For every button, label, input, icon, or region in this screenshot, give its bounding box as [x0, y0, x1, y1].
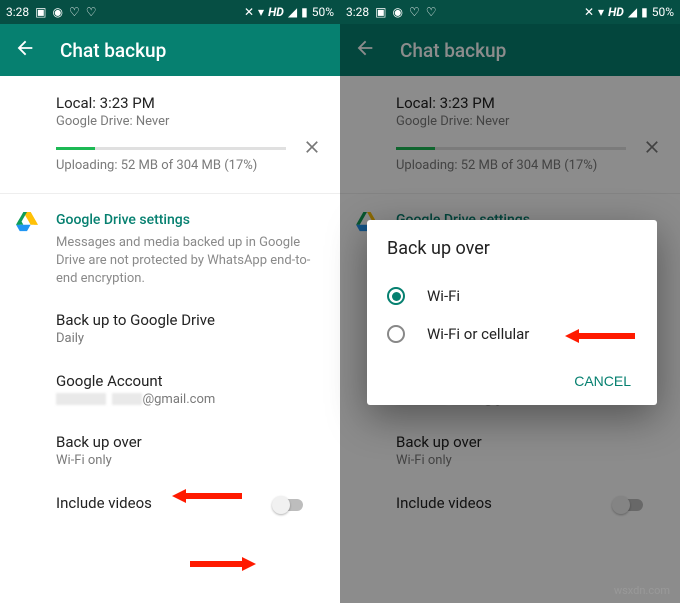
cancel-upload-icon[interactable]	[302, 137, 322, 161]
annotation-arrow	[190, 555, 256, 573]
battery-pct: 50%	[312, 5, 334, 19]
heart-icon: ♡	[69, 5, 80, 19]
google-drive-icon	[16, 212, 38, 236]
notif-icon: ▣	[375, 5, 386, 19]
signal-icon: ◢	[288, 5, 297, 19]
upload-status: Uploading: 52 MB of 304 MB (17%)	[56, 158, 322, 173]
vibrate-icon: ✕	[584, 5, 594, 19]
messenger-icon: ◉	[392, 5, 402, 19]
wifi-icon: ▾	[598, 5, 604, 19]
notif-icon: ▣	[35, 5, 46, 19]
battery-icon: ▮	[641, 5, 648, 19]
clock: 3:28	[6, 5, 29, 19]
back-icon[interactable]	[354, 37, 376, 63]
radio-icon[interactable]	[387, 325, 405, 343]
heart-icon: ♡	[409, 5, 420, 19]
battery-icon: ▮	[301, 5, 308, 19]
option-wifi-or-cellular[interactable]: Wi-Fi or cellular	[387, 315, 637, 353]
gdrive-settings-info: Messages and media backed up in Google D…	[56, 234, 322, 289]
local-backup-time: Local: 3:23 PM	[56, 94, 322, 112]
account-email: @gmail.com	[56, 392, 322, 407]
appbar: Chat backup	[340, 24, 680, 76]
include-videos-row[interactable]: Include videos	[56, 494, 322, 512]
hd-label: HD	[608, 5, 624, 19]
page-title: Chat backup	[60, 39, 166, 62]
dialog-title: Back up over	[387, 238, 637, 259]
backup-to-gdrive-row[interactable]: Back up to Google Drive Daily	[56, 311, 322, 346]
option-wifi[interactable]: Wi-Fi	[387, 277, 637, 315]
statusbar: 3:28 ▣ ◉ ♡ ♡ ✕ ▾ HD ◢ ▮ 50%	[0, 0, 340, 24]
appbar: Chat backup	[0, 24, 340, 76]
google-account-row[interactable]: Google Account @gmail.com	[56, 372, 322, 407]
cancel-button[interactable]: CANCEL	[568, 365, 637, 397]
wifi-icon: ▾	[258, 5, 264, 19]
back-up-over-row[interactable]: Back up over Wi-Fi only	[56, 433, 322, 468]
gdrive-settings-head: Google Drive settings	[56, 212, 322, 228]
watermark: wsxdn.com	[614, 584, 670, 597]
messenger-icon: ◉	[52, 5, 62, 19]
heart-icon: ♡	[426, 5, 437, 19]
clock: 3:28	[346, 5, 369, 19]
backup-over-dialog: Back up over Wi-Fi Wi-Fi or cellular CAN…	[367, 220, 657, 405]
battery-pct: 50%	[652, 5, 674, 19]
radio-icon[interactable]	[387, 287, 405, 305]
heart-icon: ♡	[86, 5, 97, 19]
back-icon[interactable]	[14, 37, 36, 63]
hd-label: HD	[268, 5, 284, 19]
signal-icon: ◢	[628, 5, 637, 19]
include-videos-toggle[interactable]	[272, 496, 306, 514]
upload-progress	[56, 147, 286, 150]
statusbar: 3:28 ▣ ◉ ♡ ♡ ✕ ▾ HD ◢ ▮ 50%	[340, 0, 680, 24]
cancel-upload-icon[interactable]	[642, 137, 662, 161]
vibrate-icon: ✕	[244, 5, 254, 19]
page-title: Chat backup	[400, 39, 506, 62]
phone-left: 3:28 ▣ ◉ ♡ ♡ ✕ ▾ HD ◢ ▮ 50% Chat backup …	[0, 0, 340, 603]
drive-backup-time: Google Drive: Never	[56, 114, 322, 129]
